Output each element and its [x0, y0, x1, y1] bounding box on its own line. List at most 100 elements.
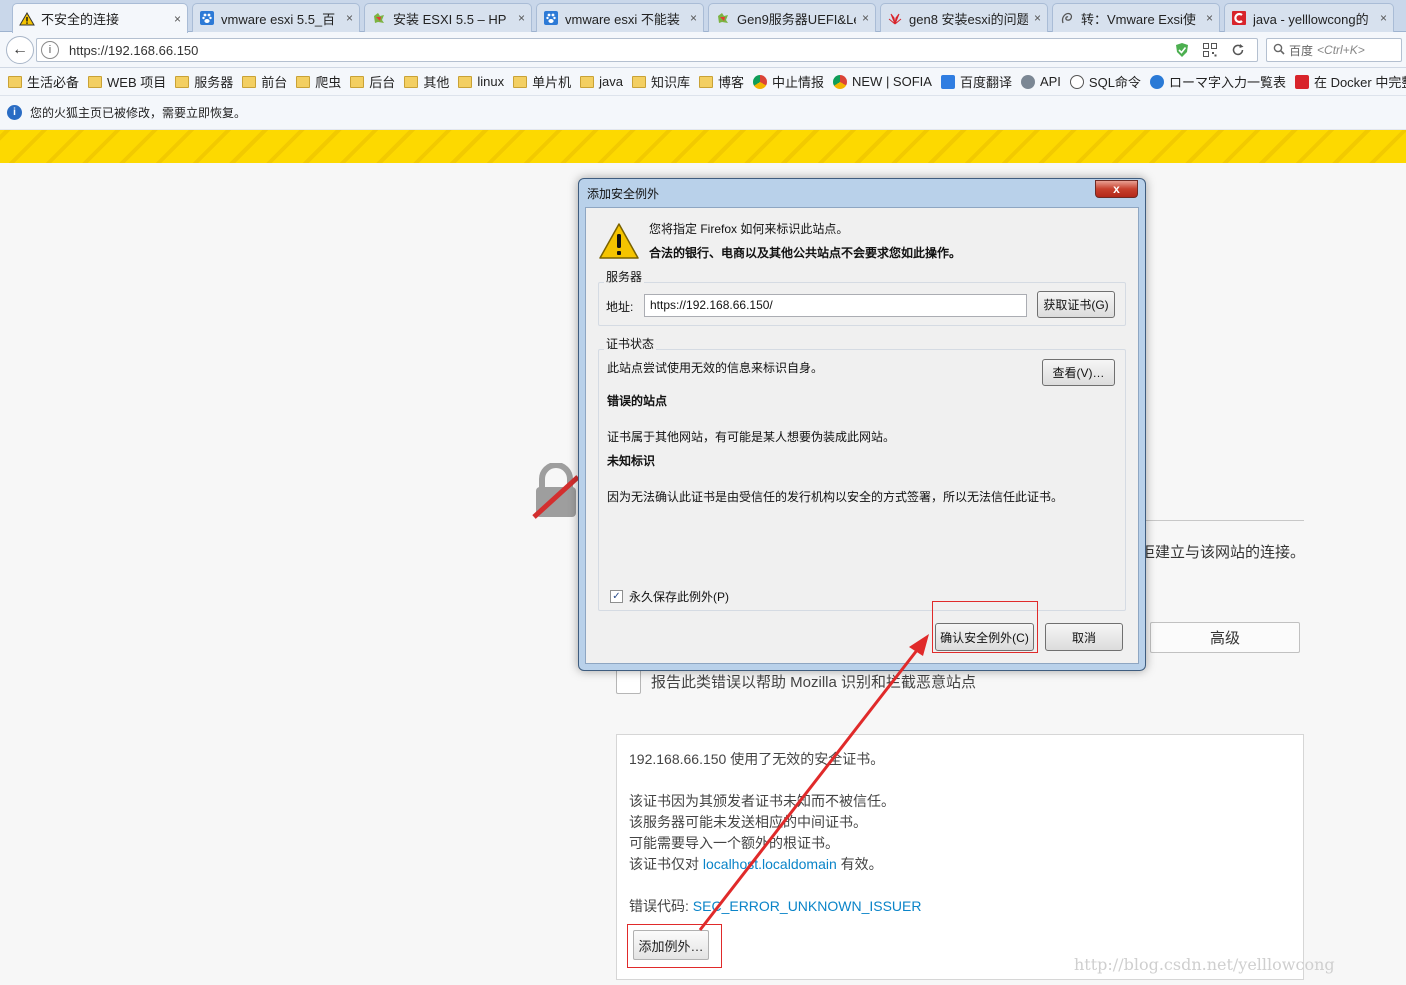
reload-icon[interactable]: [1229, 41, 1247, 59]
tab-close-icon[interactable]: ×: [174, 12, 181, 26]
folder-icon: [458, 75, 473, 88]
notification-text: 您的火狐主页已被修改，需要立即恢复。: [30, 106, 247, 120]
bookmark-item[interactable]: 前台: [242, 72, 287, 91]
bookmark-item[interactable]: 知识库: [631, 72, 690, 91]
folder-icon: [580, 75, 595, 88]
wrong-site-text: 证书属于其他网站，有可能是某人想要伪装成此网站。: [607, 430, 896, 444]
dialog-warning-text: 合法的银行、电商以及其他公共站点不会要求您如此操作。: [649, 246, 962, 260]
bookmark-item[interactable]: 中止情报: [752, 72, 824, 91]
bookmark-item[interactable]: 其他: [404, 72, 449, 91]
bookmark-item[interactable]: WEB 项目: [88, 72, 166, 91]
search-icon: [1273, 43, 1285, 58]
tab-label: gen8 安装esxi的问题: [909, 11, 1028, 27]
error-code-link[interactable]: SEC_ERROR_UNKNOWN_ISSUER: [693, 898, 922, 914]
bookmark-item[interactable]: 百度翻译: [940, 72, 1012, 91]
report-error-checkbox[interactable]: [616, 669, 641, 694]
url-text[interactable]: https://192.168.66.150: [69, 43, 1173, 58]
bookmark-label: 生活必备: [27, 75, 80, 90]
baidu-paw-icon: [543, 10, 559, 26]
report-error-row: 报告此类错误以帮助 Mozilla 识别和拦截恶意站点: [616, 669, 976, 694]
bookmark-item[interactable]: java: [580, 74, 623, 89]
back-button[interactable]: ←: [6, 36, 34, 64]
bookmark-label: java: [599, 74, 623, 89]
shield-icon[interactable]: [1173, 41, 1191, 59]
qr-code-icon[interactable]: [1201, 41, 1219, 59]
bookmark-item[interactable]: SQL命令: [1069, 72, 1141, 91]
get-certificate-button[interactable]: 获取证书(G): [1037, 291, 1115, 318]
bookmark-label: 爬虫: [315, 75, 342, 90]
navigation-bar: ← i https://192.168.66.150 百度 <Ctrl+K>: [0, 32, 1406, 68]
bookmark-label: SQL命令: [1088, 75, 1141, 90]
dialog-close-button[interactable]: x: [1095, 180, 1138, 198]
bookmark-item[interactable]: 在 Docker 中完整部…: [1294, 72, 1406, 91]
address-label: 地址:: [606, 300, 634, 314]
folder-icon: [350, 75, 365, 88]
tab-close-icon[interactable]: ×: [690, 11, 697, 25]
report-error-label: 报告此类错误以帮助 Mozilla 识别和拦截恶意站点: [651, 674, 977, 691]
tab-close-icon[interactable]: ×: [346, 11, 353, 25]
bookmark-item[interactable]: 后台: [350, 72, 395, 91]
tab-close-icon[interactable]: ×: [1034, 11, 1041, 25]
permanent-exception-label: 永久保存此例外(P): [629, 590, 729, 604]
bookmark-item[interactable]: 爬虫: [296, 72, 341, 91]
search-bar[interactable]: 百度 <Ctrl+K>: [1266, 38, 1402, 62]
tab-close-icon[interactable]: ×: [862, 11, 869, 25]
advanced-button[interactable]: 高级: [1150, 622, 1300, 653]
csdn-icon: [1231, 10, 1247, 26]
site-info-icon[interactable]: i: [41, 41, 59, 59]
bookmark-item[interactable]: 单片机: [513, 72, 571, 91]
unknown-identity-title: 未知标识: [607, 454, 656, 468]
tab-java-yelllowcong[interactable]: java - yelllowcong的 ×: [1224, 3, 1394, 32]
tab-close-icon[interactable]: ×: [1380, 11, 1387, 25]
valid-for-prefix: 该证书仅对: [629, 856, 703, 872]
detail-line: 192.168.66.150 使用了无效的安全证书。: [629, 751, 885, 767]
tab-label: 不安全的连接: [41, 12, 120, 27]
bookmark-label: 博客: [717, 75, 744, 90]
bookmark-item[interactable]: ローマ字入力一覧表: [1149, 72, 1286, 91]
homepage-notification-bar: i 您的火狐主页已被修改，需要立即恢复。: [0, 96, 1406, 130]
bookmark-label: 中止情报: [771, 75, 824, 90]
dialog-body: 您将指定 Firefox 如何来标识此站点。 合法的银行、电商以及其他公共站点不…: [585, 207, 1139, 664]
watermark: http://blog.csdn.net/yelllowcong: [1074, 955, 1335, 974]
tab-gen9-uefi[interactable]: Gen9服务器UEFI&Le ×: [708, 3, 876, 32]
url-bar[interactable]: i https://192.168.66.150: [36, 38, 1258, 62]
unknown-identity-text: 因为无法确认此证书是由受信任的发行机构以安全的方式签署，所以无法信任此证书。: [607, 490, 1064, 504]
tab-install-esxi-hp[interactable]: 安装 ESXI 5.5 – HP ×: [364, 3, 532, 32]
tab-close-icon[interactable]: ×: [518, 11, 525, 25]
tab-insecure-connection[interactable]: 不安全的连接 ×: [12, 3, 188, 33]
bookmark-item[interactable]: NEW | SOFIA: [833, 74, 932, 89]
permanent-exception-checkbox[interactable]: ✓: [610, 590, 623, 603]
bookmark-item[interactable]: 博客: [698, 72, 744, 91]
valid-domain-link[interactable]: localhost.localdomain: [703, 856, 837, 872]
detail-line: 可能需要导入一个额外的根证书。: [629, 835, 839, 851]
detail-line: 该证书因为其颁发者证书未知而不被信任。: [629, 793, 895, 809]
warning-icon: [19, 11, 35, 27]
view-certificate-button[interactable]: 查看(V)…: [1042, 359, 1115, 386]
bookmark-item[interactable]: API: [1020, 74, 1061, 89]
permanent-exception-row: ✓ 永久保存此例外(P): [610, 588, 729, 605]
address-input[interactable]: https://192.168.66.150/: [644, 294, 1027, 317]
info-icon: i: [7, 105, 22, 120]
warning-stripe: [0, 130, 1406, 163]
bookmark-item[interactable]: 服务器: [175, 72, 233, 91]
dialog-title: 添加安全例外: [587, 187, 660, 201]
tab-vmware-esxi-cannot-install[interactable]: vmware esxi 不能装 ×: [536, 3, 704, 32]
bookmark-label: API: [1039, 74, 1061, 89]
tab-vmware-esxi-baidu[interactable]: vmware esxi 5.5_百 ×: [192, 3, 360, 32]
tab-vmware-exsi-repost[interactable]: 转：Vmware Exsi使 ×: [1052, 3, 1220, 32]
globe-icon: [1020, 74, 1035, 89]
puzzle-icon: [715, 10, 731, 26]
broken-lock-icon: [532, 462, 580, 519]
tab-label: java - yelllowcong的: [1253, 11, 1369, 27]
tab-gen8-esxi-issue[interactable]: gen8 安装esxi的问题 ×: [880, 3, 1048, 32]
detail-line: 该服务器可能未发送相应的中间证书。: [629, 814, 867, 830]
tab-close-icon[interactable]: ×: [1206, 11, 1213, 25]
cancel-button[interactable]: 取消: [1045, 623, 1123, 651]
bookmark-label: 知识库: [650, 75, 690, 90]
tab-label: Gen9服务器UEFI&Le: [737, 11, 856, 27]
bookmark-item[interactable]: 生活必备: [8, 72, 79, 91]
bookmark-item[interactable]: linux: [458, 74, 504, 89]
warning-icon: [598, 222, 640, 260]
translate-icon: [940, 74, 955, 89]
search-placeholder[interactable]: <Ctrl+K>: [1317, 43, 1365, 57]
